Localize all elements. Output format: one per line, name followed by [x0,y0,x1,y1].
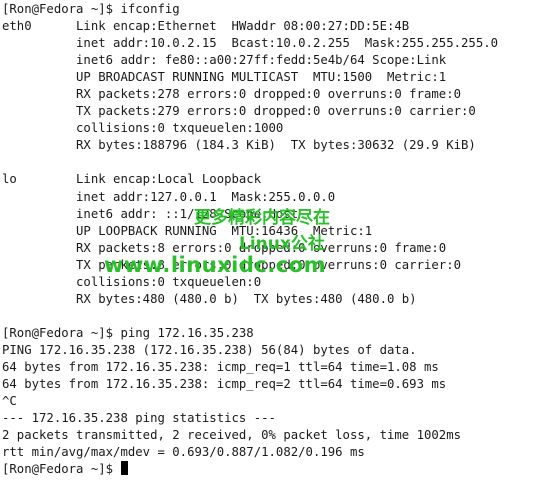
terminal-line: PING 172.16.35.238 (172.16.35.238) 56(84… [2,342,417,357]
terminal-line: UP LOOPBACK RUNNING MTU:16436 Metric:1 [2,223,373,238]
terminal-line: RX packets:8 errors:0 dropped:0 overruns… [2,240,447,255]
terminal-line: 64 bytes from 172.16.35.238: icmp_req=2 … [2,377,447,392]
terminal-line: ^C [2,394,17,409]
terminal-line: inet addr:10.0.2.15 Bcast:10.0.2.255 Mas… [2,36,499,51]
prompt-line[interactable]: [Ron@Fedora ~]$ [2,461,498,478]
terminal-line: 2 packets transmitted, 2 received, 0% pa… [2,428,462,443]
terminal-line: inet addr:127.0.0.1 Mask:255.0.0.0 [2,189,336,204]
terminal-line: UP BROADCAST RUNNING MULTICAST MTU:1500 … [2,70,447,85]
terminal-line: --- 172.16.35.238 ping statistics --- [2,411,276,426]
terminal-line: TX packets:8 errors:0 dropped:0 overruns… [2,257,462,272]
terminal-line: lo Link encap:Local Loopback [2,172,262,187]
terminal-window[interactable]: [Ron@Fedora ~]$ ifconfig eth0 Link encap:… [0,0,545,487]
terminal-output: [Ron@Fedora ~]$ ifconfig eth0 Link encap:… [2,1,498,478]
terminal-line: [Ron@Fedora ~]$ ping 172.16.35.238 [2,325,254,340]
terminal-line: RX bytes:188796 (184.3 KiB) TX bytes:306… [2,138,476,153]
terminal-line: RX bytes:480 (480.0 b) TX bytes:480 (480… [2,291,417,306]
terminal-line: inet6 addr: ::1/128 Scope:Host [2,206,299,221]
terminal-line: inet6 addr: fe80::a00:27ff:fedd:5e4b/64 … [2,53,447,68]
terminal-line: rtt min/avg/max/mdev = 0.693/0.887/1.082… [2,445,365,460]
text-cursor [121,461,129,476]
prompt-text: [Ron@Fedora ~]$ [2,462,121,477]
terminal-line: collisions:0 txqueuelen:1000 [2,121,284,136]
terminal-line: RX packets:278 errors:0 dropped:0 overru… [2,87,462,102]
terminal-line: [Ron@Fedora ~]$ ifconfig [2,2,180,16]
terminal-line: TX packets:279 errors:0 dropped:0 overru… [2,104,476,119]
terminal-line: collisions:0 txqueuelen:0 [2,274,262,289]
terminal-line: eth0 Link encap:Ethernet HWaddr 08:00:27… [2,19,410,34]
terminal-line: 64 bytes from 172.16.35.238: icmp_req=1 … [2,359,439,374]
